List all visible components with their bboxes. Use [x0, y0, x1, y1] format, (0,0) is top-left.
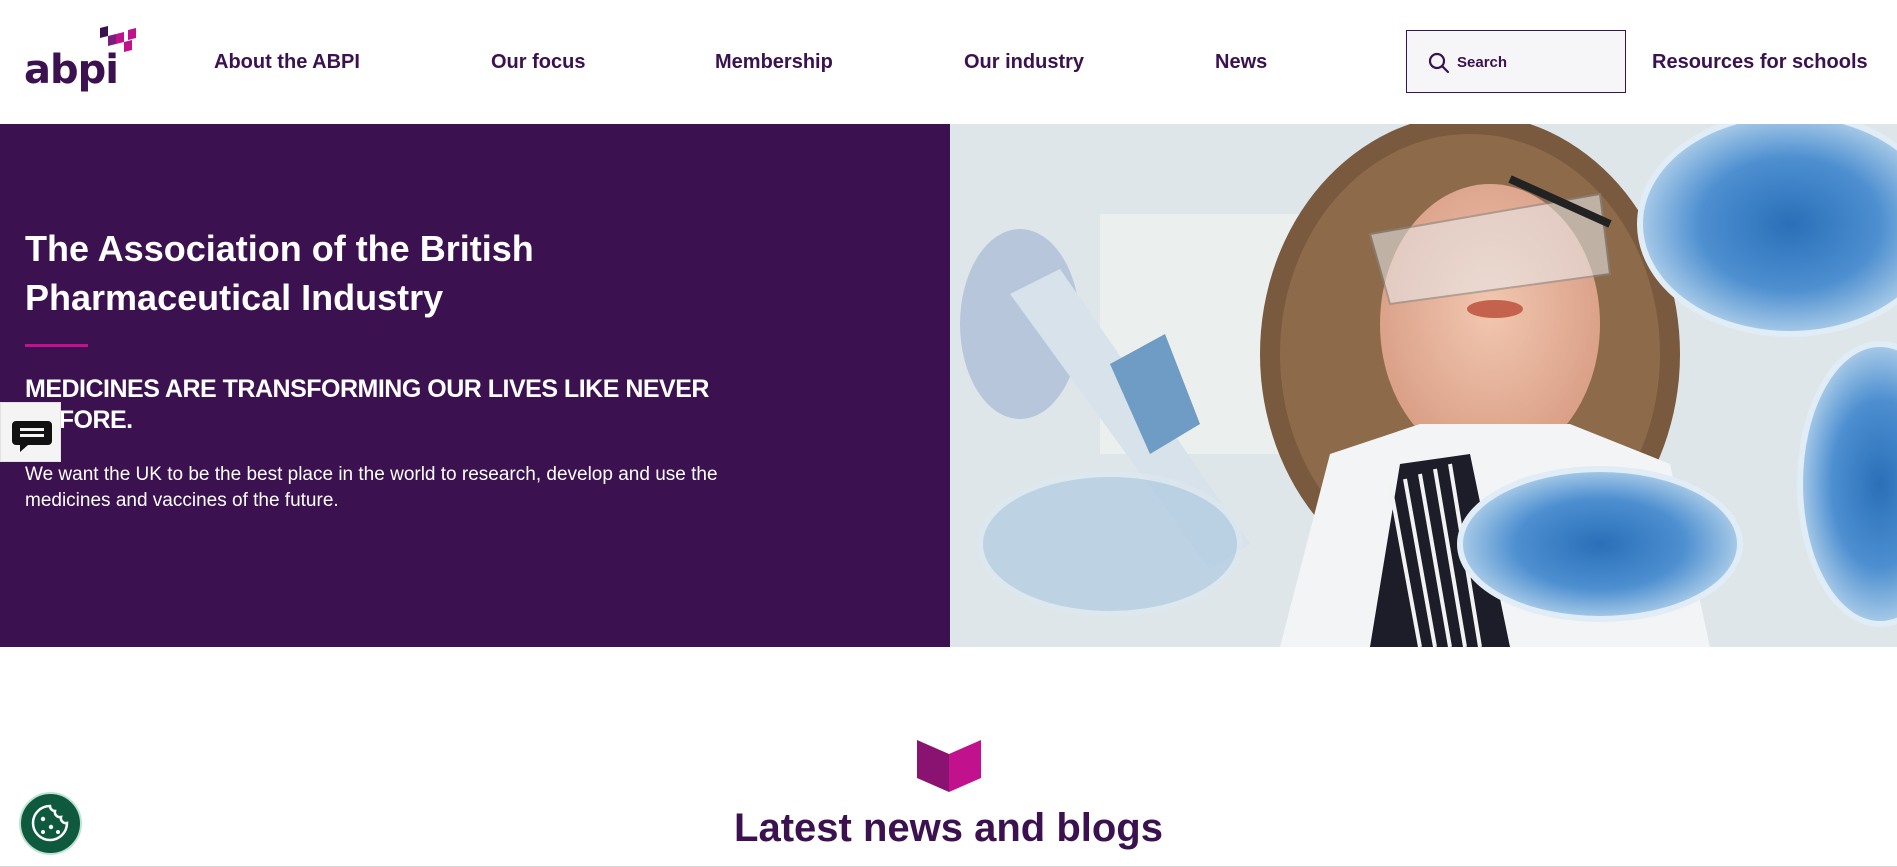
cookie-settings-button[interactable]: [19, 792, 82, 855]
nav-our-industry[interactable]: Our industry: [964, 48, 1084, 76]
hero-body: We want the UK to be the best place in t…: [25, 464, 718, 511]
hero-panel: The Association of the British Pharmaceu…: [0, 124, 950, 647]
nav-about[interactable]: About the ABPI: [214, 48, 360, 76]
logo-text: abpi: [24, 47, 119, 93]
open-book-icon: [917, 740, 981, 792]
abpi-logo[interactable]: abpi: [24, 26, 140, 98]
latest-news-heading: Latest news and blogs: [734, 806, 1163, 850]
hero-divider: [25, 344, 88, 347]
hero-title: The Association of the British Pharmaceu…: [25, 228, 534, 318]
search-icon: [1428, 52, 1450, 74]
hero-illustration: [950, 124, 1897, 647]
nav-membership[interactable]: Membership: [715, 48, 833, 76]
site-header: abpi About the ABPI Our focus Membership…: [0, 0, 1897, 124]
chat-button[interactable]: [0, 402, 61, 462]
nav-news[interactable]: News: [1215, 48, 1267, 76]
chat-bubble-icon: [12, 421, 52, 452]
hero-image: [950, 124, 1897, 647]
nav-our-focus[interactable]: Our focus: [491, 48, 585, 76]
cookie-icon: [31, 804, 69, 842]
hero-tagline: MEDICINES ARE TRANSFORMING OUR LIVES LIK…: [25, 375, 709, 434]
search-input[interactable]: [1457, 49, 1617, 75]
search-box[interactable]: [1406, 30, 1626, 93]
resources-for-schools-link[interactable]: Resources for schools: [1652, 48, 1868, 76]
